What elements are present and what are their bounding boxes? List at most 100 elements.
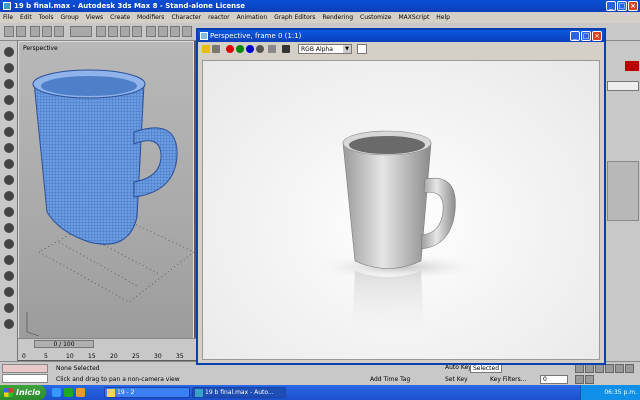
bind-spacewarp-icon[interactable] bbox=[54, 26, 64, 37]
menu-item-animation[interactable]: Animation bbox=[237, 12, 268, 23]
select-by-name-icon[interactable] bbox=[108, 26, 118, 37]
tool-icon[interactable] bbox=[4, 63, 14, 73]
app-title-bar: 19 b final.max - Autodesk 3ds Max 8 - St… bbox=[0, 0, 640, 12]
monochrome-icon[interactable] bbox=[268, 45, 276, 53]
select-rotate-icon[interactable] bbox=[158, 26, 168, 37]
menu-item-character[interactable]: Character bbox=[171, 12, 201, 23]
name-field[interactable] bbox=[607, 81, 639, 91]
zoom-icon[interactable] bbox=[575, 364, 584, 373]
render-window-toolbar: RGB Alpha ▼ bbox=[198, 42, 604, 56]
clear-icon[interactable] bbox=[282, 45, 290, 53]
tool-icon[interactable] bbox=[4, 95, 14, 105]
zoom-all-icon[interactable] bbox=[585, 364, 594, 373]
current-frame-field[interactable]: 0 bbox=[540, 375, 568, 384]
orbit-icon[interactable] bbox=[575, 374, 584, 384]
menu-item-file[interactable]: File bbox=[3, 12, 13, 23]
rollout-panel[interactable] bbox=[607, 161, 639, 221]
pixel-color-swatch[interactable] bbox=[357, 44, 367, 54]
auto-key-button[interactable]: Auto Key bbox=[445, 364, 472, 371]
add-time-tag-button[interactable]: Add Time Tag bbox=[370, 376, 410, 383]
maximize-viewport-icon[interactable] bbox=[585, 374, 594, 384]
tool-icon[interactable] bbox=[4, 111, 14, 121]
zoom-extents-icon[interactable] bbox=[595, 364, 604, 373]
pan-icon[interactable] bbox=[625, 364, 634, 373]
app-quicklaunch-icon[interactable] bbox=[76, 388, 85, 397]
key-mode-dropdown[interactable]: Selected bbox=[470, 364, 503, 373]
tool-icon[interactable] bbox=[4, 319, 14, 329]
tool-icon[interactable] bbox=[4, 175, 14, 185]
close-icon[interactable]: × bbox=[592, 31, 602, 41]
tool-icon[interactable] bbox=[4, 207, 14, 217]
menu-item-tools[interactable]: Tools bbox=[39, 12, 54, 23]
link-icon[interactable] bbox=[30, 26, 40, 37]
rendered-frame-window[interactable]: Perspective, frame 0 (1:1) _ □ × RGB Alp… bbox=[196, 28, 606, 365]
unlink-icon[interactable] bbox=[42, 26, 52, 37]
select-move-icon[interactable] bbox=[146, 26, 156, 37]
window-crossing-icon[interactable] bbox=[132, 26, 142, 37]
set-key-button[interactable]: Set Key bbox=[445, 376, 468, 383]
tool-icon[interactable] bbox=[4, 255, 14, 265]
tool-icon[interactable] bbox=[4, 191, 14, 201]
menu-item-modifiers[interactable]: Modifiers bbox=[137, 12, 164, 23]
taskbar-item[interactable]: 19 b final.max - Auto... bbox=[192, 387, 286, 398]
tool-icon[interactable] bbox=[4, 159, 14, 169]
tool-icon[interactable] bbox=[4, 271, 14, 281]
select-scale-icon[interactable] bbox=[170, 26, 180, 37]
redo-icon[interactable] bbox=[16, 26, 26, 37]
start-label: Inicio bbox=[16, 388, 41, 397]
perspective-viewport[interactable]: Perspective bbox=[18, 41, 195, 341]
tool-icon[interactable] bbox=[4, 287, 14, 297]
menu-item-help[interactable]: Help bbox=[436, 12, 450, 23]
color-swatch[interactable] bbox=[625, 61, 639, 71]
taskbar-item[interactable]: 19 - 2 bbox=[104, 387, 190, 398]
render-window-title: Perspective, frame 0 (1:1) bbox=[210, 32, 302, 40]
key-filters-button[interactable]: Key Filters... bbox=[490, 376, 527, 383]
maximize-icon[interactable]: □ bbox=[617, 1, 627, 11]
media-quicklaunch-icon[interactable] bbox=[64, 388, 73, 397]
menu-item-rendering[interactable]: Rendering bbox=[322, 12, 353, 23]
minimize-icon[interactable]: _ bbox=[570, 31, 580, 41]
maxscript-listener-white[interactable] bbox=[2, 374, 48, 383]
minimize-icon[interactable]: _ bbox=[606, 1, 616, 11]
navigation-controls bbox=[575, 364, 635, 384]
menu-item-maxscript[interactable]: MAXScript bbox=[399, 12, 430, 23]
clock[interactable]: 06:35 p.m. bbox=[604, 389, 637, 396]
tick-label: 15 bbox=[88, 353, 96, 360]
tool-icon[interactable] bbox=[4, 79, 14, 89]
clone-window-icon[interactable] bbox=[212, 45, 220, 53]
menu-item-create[interactable]: Create bbox=[110, 12, 130, 23]
menu-item-edit[interactable]: Edit bbox=[20, 12, 32, 23]
browser-quicklaunch-icon[interactable] bbox=[52, 388, 61, 397]
tool-icon[interactable] bbox=[4, 223, 14, 233]
render-window-title-bar: Perspective, frame 0 (1:1) _ □ × bbox=[198, 30, 604, 42]
menu-item-customize[interactable]: Customize bbox=[360, 12, 392, 23]
menu-item-views[interactable]: Views bbox=[86, 12, 103, 23]
blue-channel-icon[interactable] bbox=[246, 45, 254, 53]
reference-coordinate-icon[interactable] bbox=[182, 26, 192, 37]
rectangular-selection-icon[interactable] bbox=[120, 26, 130, 37]
green-channel-icon[interactable] bbox=[236, 45, 244, 53]
fov-icon[interactable] bbox=[615, 364, 624, 373]
selection-filter-dropdown[interactable] bbox=[70, 26, 92, 37]
menu-item-reactor[interactable]: reactor bbox=[208, 12, 230, 23]
zoom-extents-all-icon[interactable] bbox=[605, 364, 614, 373]
menu-item-graph-editors[interactable]: Graph Editors bbox=[274, 12, 315, 23]
close-icon[interactable]: × bbox=[628, 1, 638, 11]
start-button[interactable]: Inicio bbox=[0, 385, 46, 400]
tool-icon[interactable] bbox=[4, 47, 14, 57]
alpha-channel-icon[interactable] bbox=[256, 45, 264, 53]
save-bitmap-icon[interactable] bbox=[202, 45, 210, 53]
menu-item-group[interactable]: Group bbox=[60, 12, 78, 23]
tool-icon[interactable] bbox=[4, 143, 14, 153]
tool-icon[interactable] bbox=[4, 239, 14, 249]
frame-counter[interactable]: 0 / 100 bbox=[34, 340, 94, 348]
red-channel-icon[interactable] bbox=[226, 45, 234, 53]
maximize-icon[interactable]: □ bbox=[581, 31, 591, 41]
channel-dropdown[interactable]: RGB Alpha ▼ bbox=[298, 44, 352, 54]
select-object-icon[interactable] bbox=[96, 26, 106, 37]
tool-icon[interactable] bbox=[4, 303, 14, 313]
maxscript-listener-pink[interactable] bbox=[2, 364, 48, 373]
tool-icon[interactable] bbox=[4, 127, 14, 137]
undo-icon[interactable] bbox=[4, 26, 14, 37]
time-slider[interactable]: 0 / 100 0 5 10 15 20 25 30 35 bbox=[18, 338, 196, 360]
